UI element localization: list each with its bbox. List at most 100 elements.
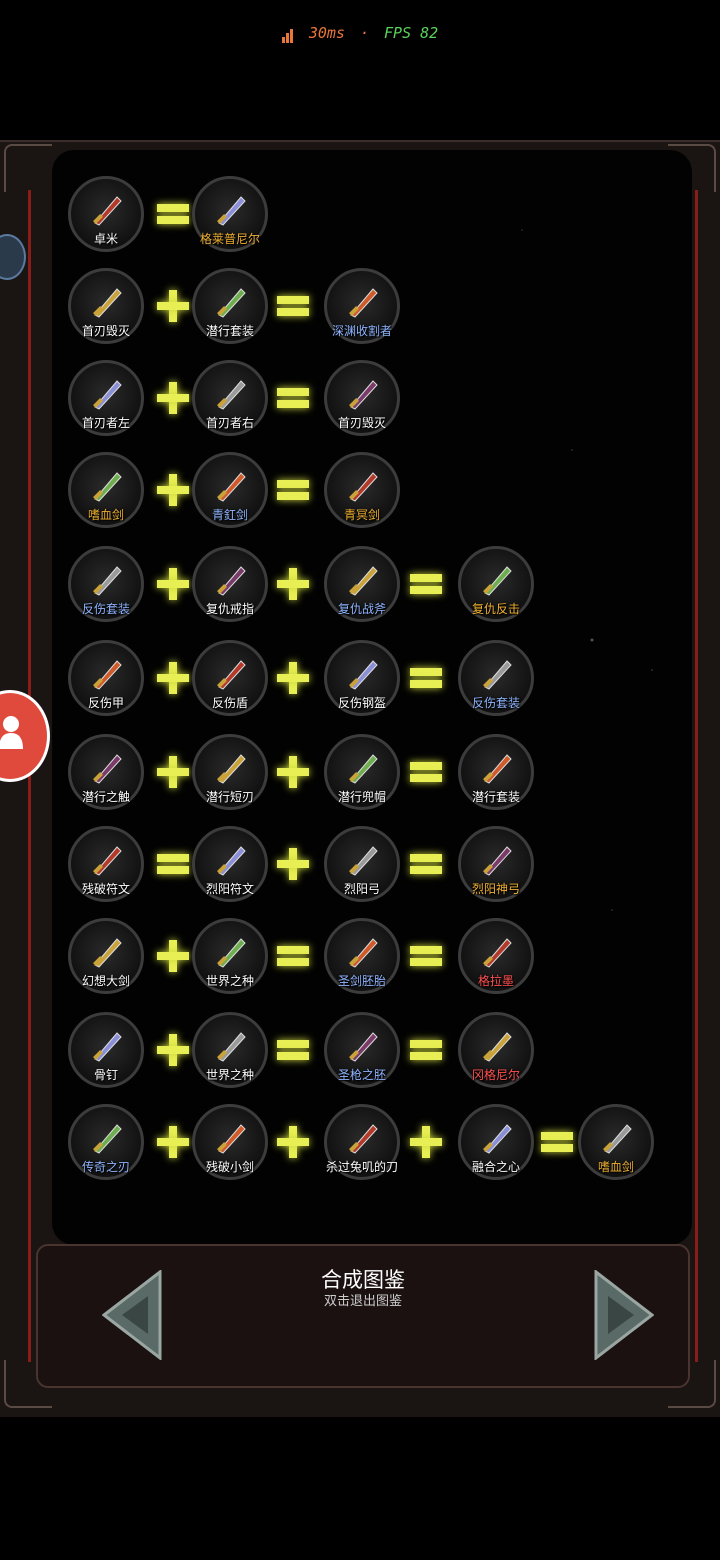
item-icon xyxy=(93,472,122,502)
signal-icon xyxy=(281,25,294,43)
item-icon xyxy=(93,754,122,784)
page-subtitle: 双击退出图鉴 xyxy=(323,1294,402,1309)
item-icon xyxy=(93,1032,122,1062)
recipe-item[interactable]: 潜行套装 xyxy=(192,268,268,344)
recipe-item[interactable]: 复仇战斧 xyxy=(324,546,400,622)
item-label: 世界之种 xyxy=(205,974,254,988)
plus-icon xyxy=(277,568,309,600)
item-label: 首刃毁灭 xyxy=(337,416,386,430)
item-label: 世界之种 xyxy=(205,1068,254,1082)
recipe-item[interactable]: 反伤盾 xyxy=(192,640,268,716)
recipe-item[interactable]: 世界之种 xyxy=(192,1012,268,1088)
user-icon xyxy=(0,716,23,749)
recipe-item[interactable]: 反伤钢盔 xyxy=(324,640,400,716)
recipe-item[interactable]: 冈格尼尔 xyxy=(458,1012,534,1088)
recipe-item[interactable]: 反伤套装 xyxy=(68,546,144,622)
item-label: 残破符文 xyxy=(81,882,130,896)
recipe-item[interactable]: 烈阳神弓 xyxy=(458,826,534,902)
item-icon xyxy=(93,196,122,226)
recipe-item[interactable]: 骨钉 xyxy=(68,1012,144,1088)
recipe-row: 首刃者左 首刃者右 首刃毁灭 xyxy=(0,360,720,440)
recipe-item[interactable]: 圣枪之胚 xyxy=(324,1012,400,1088)
item-label: 烈阳神弓 xyxy=(471,882,520,896)
recipe-item[interactable]: 青釭剑 xyxy=(192,452,268,528)
item-icon xyxy=(483,660,512,690)
item-icon xyxy=(217,196,246,226)
recipe-item[interactable]: 潜行套装 xyxy=(458,734,534,810)
recipe-item[interactable]: 烈阳弓 xyxy=(324,826,400,902)
plus-icon xyxy=(277,756,309,788)
item-icon xyxy=(603,1124,632,1154)
recipe-item[interactable]: 幻想大剑 xyxy=(68,918,144,994)
recipe-item[interactable]: 嗜血剑 xyxy=(578,1104,654,1180)
status-bar: 30ms · FPS 82 xyxy=(0,24,720,43)
equals-icon xyxy=(277,290,309,322)
item-icon xyxy=(349,1124,378,1154)
plus-icon xyxy=(277,662,309,694)
recipe-item[interactable]: 杀过兔叽的刀 xyxy=(324,1104,400,1180)
recipe-item[interactable]: 传奇之刃 xyxy=(68,1104,144,1180)
recipe-item[interactable]: 潜行之触 xyxy=(68,734,144,810)
recipe-item[interactable]: 反伤甲 xyxy=(68,640,144,716)
item-icon xyxy=(349,660,378,690)
item-icon xyxy=(217,1032,246,1062)
recipe-item[interactable]: 首刃毁灭 xyxy=(324,360,400,436)
recipe-item[interactable]: 反伤套装 xyxy=(458,640,534,716)
item-label: 冈格尼尔 xyxy=(471,1068,520,1082)
equals-icon xyxy=(277,474,309,506)
item-icon xyxy=(349,566,378,596)
item-icon xyxy=(217,472,246,502)
recipe-item[interactable]: 圣剑胚胎 xyxy=(324,918,400,994)
item-icon xyxy=(349,754,378,784)
recipe-item[interactable]: 青冥剑 xyxy=(324,452,400,528)
recipe-item[interactable]: 融合之心 xyxy=(458,1104,534,1180)
recipe-item[interactable]: 卓米 xyxy=(68,176,144,252)
plus-icon xyxy=(157,940,189,972)
recipe-item[interactable]: 首刃者左 xyxy=(68,360,144,436)
equals-icon xyxy=(410,756,442,788)
item-icon xyxy=(483,1032,512,1062)
equals-icon xyxy=(541,1126,573,1158)
footer-panel: 合成图鉴 双击退出图鉴 xyxy=(36,1244,690,1388)
item-label: 圣枪之胚 xyxy=(337,1068,386,1082)
item-icon xyxy=(217,754,246,784)
item-label: 格拉墨 xyxy=(477,974,514,988)
recipe-item[interactable]: 格拉墨 xyxy=(458,918,534,994)
plus-icon xyxy=(157,662,189,694)
ping-text: 30ms xyxy=(308,24,345,42)
recipe-item[interactable]: 残破小剑 xyxy=(192,1104,268,1180)
item-label: 残破小剑 xyxy=(205,1160,254,1174)
recipe-item[interactable]: 残破符文 xyxy=(68,826,144,902)
item-label: 反伤套装 xyxy=(471,696,520,710)
item-icon xyxy=(93,938,122,968)
plus-icon xyxy=(277,848,309,880)
item-label: 反伤钢盔 xyxy=(337,696,386,710)
recipe-item[interactable]: 世界之种 xyxy=(192,918,268,994)
recipe-item[interactable]: 复仇戒指 xyxy=(192,546,268,622)
next-page-button[interactable] xyxy=(594,1270,654,1360)
item-icon xyxy=(349,288,378,318)
recipe-item[interactable]: 格莱普尼尔 xyxy=(192,176,268,252)
item-label: 格莱普尼尔 xyxy=(199,232,260,246)
equals-icon xyxy=(410,940,442,972)
item-label: 潜行之触 xyxy=(81,790,130,804)
recipe-item[interactable]: 潜行短刃 xyxy=(192,734,268,810)
recipe-item[interactable]: 首刃毁灭 xyxy=(68,268,144,344)
recipe-row: 反伤甲 反伤盾 反伤钢盔 反伤套装 xyxy=(0,640,720,720)
item-icon xyxy=(217,660,246,690)
item-label: 潜行套装 xyxy=(471,790,520,804)
item-icon xyxy=(93,1124,122,1154)
item-label: 首刃毁灭 xyxy=(81,324,130,338)
recipe-item[interactable]: 嗜血剑 xyxy=(68,452,144,528)
recipe-item[interactable]: 烈阳符文 xyxy=(192,826,268,902)
recipe-item[interactable]: 潜行兜帽 xyxy=(324,734,400,810)
recipe-row: 幻想大剑 世界之种 圣剑胚胎 格拉墨 xyxy=(0,918,720,998)
item-label: 卓米 xyxy=(93,232,118,246)
recipe-item[interactable]: 深渊收割者 xyxy=(324,268,400,344)
recipe-item[interactable]: 复仇反击 xyxy=(458,546,534,622)
recipe-row: 反伤套装 复仇戒指 复仇战斧 复仇反击 xyxy=(0,546,720,626)
status-separator: · xyxy=(359,24,369,42)
recipe-item[interactable]: 首刃者右 xyxy=(192,360,268,436)
item-icon xyxy=(483,1124,512,1154)
item-icon xyxy=(93,380,122,410)
